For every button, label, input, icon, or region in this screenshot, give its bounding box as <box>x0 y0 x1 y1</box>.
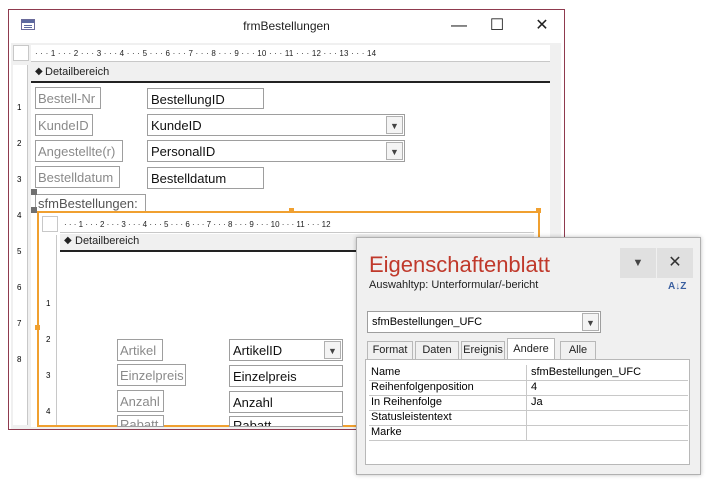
chevron-down-icon[interactable]: ▼ <box>386 116 403 134</box>
label-anzahl[interactable]: Anzahl <box>117 390 164 412</box>
property-grid: Name sfmBestellungen_UFC Reihenfolgenpos… <box>365 359 690 465</box>
form-selector[interactable] <box>13 45 29 61</box>
tab-format[interactable]: Format <box>367 341 413 359</box>
chevron-down-icon[interactable]: ▼ <box>386 142 403 160</box>
property-sheet-close-button[interactable]: ✕ <box>657 248 693 278</box>
sort-icon[interactable]: A↓Z <box>668 282 686 292</box>
property-sheet-menu-button[interactable]: ▼ <box>620 248 656 278</box>
window-title: frmBestellungen <box>243 19 330 33</box>
section-arrow-icon: ◆ <box>64 235 72 246</box>
property-sheet-title: Eigenschaftenblatt <box>369 252 551 277</box>
property-row[interactable]: Marke <box>369 425 688 441</box>
horizontal-ruler: · · · 1 · · · 2 · · · 3 · · · 4 · · · 5 … <box>31 45 550 62</box>
property-row[interactable]: Name sfmBestellungen_UFC <box>369 365 688 381</box>
property-row[interactable]: In Reihenfolge Ja <box>369 395 688 411</box>
tab-alle[interactable]: Alle <box>560 341 596 359</box>
tab-daten[interactable]: Daten <box>415 341 459 359</box>
textbox-bestelldatum[interactable]: Bestelldatum <box>147 167 264 189</box>
label-artikel[interactable]: Artikel <box>117 339 163 361</box>
move-handle[interactable] <box>31 189 37 195</box>
chevron-down-icon: ▼ <box>632 257 644 269</box>
property-value[interactable] <box>529 425 688 440</box>
object-selector[interactable]: sfmBestellungen_UFC ▼ <box>367 311 601 333</box>
maximize-button[interactable]: ☐ <box>487 16 507 36</box>
property-name: In Reihenfolge <box>369 395 527 410</box>
label-bestelldatum[interactable]: Bestelldatum <box>35 166 120 188</box>
subform-horizontal-ruler: · · · 1 · · · 2 · · · 3 · · · 4 · · · 5 … <box>60 216 534 233</box>
textbox-bestellungid[interactable]: BestellungID <box>147 88 264 109</box>
label-bestell-nr[interactable]: Bestell-Nr <box>35 87 101 109</box>
title-bar[interactable]: frmBestellungen — ☐ ✕ <box>9 10 564 42</box>
label-einzelpreis[interactable]: Einzelpreis <box>117 364 186 386</box>
property-name: Marke <box>369 425 527 440</box>
minimize-button[interactable]: — <box>449 16 469 36</box>
textbox-einzelpreis[interactable]: Einzelpreis <box>229 365 343 387</box>
combo-kundeid[interactable]: KundeID ▼ <box>147 114 405 136</box>
close-button[interactable]: ✕ <box>532 16 552 36</box>
subform-section-title: Detailbereich <box>75 235 140 247</box>
chevron-down-icon[interactable]: ▼ <box>582 313 599 331</box>
label-rabatt[interactable]: Rabatt <box>117 415 164 427</box>
combo-artikelid-value: ArtikelID <box>233 343 283 358</box>
section-title: Detailbereich <box>45 66 110 78</box>
subform-selector[interactable] <box>42 216 58 232</box>
vertical-ruler: 1 2 3 4 5 6 7 8 <box>13 65 28 425</box>
combo-personalid-value: PersonalID <box>151 144 216 159</box>
property-value[interactable]: Ja <box>529 395 688 410</box>
property-name: Statusleistentext <box>369 410 527 425</box>
close-icon: ✕ <box>668 254 682 271</box>
label-angestellter[interactable]: Angestellte(r) <box>35 140 123 162</box>
property-value[interactable] <box>529 410 688 425</box>
resize-handle[interactable] <box>536 208 541 213</box>
combo-kundeid-value: KundeID <box>151 118 202 133</box>
object-selector-value: sfmBestellungen_UFC <box>372 316 483 328</box>
property-name: Name <box>369 365 527 380</box>
property-name: Reihenfolgenposition <box>369 380 527 395</box>
property-sheet: Eigenschaftenblatt ▼ ✕ Auswahltyp: Unter… <box>356 237 701 475</box>
textbox-rabatt[interactable]: Rabatt <box>229 416 343 427</box>
property-row[interactable]: Statusleistentext <box>369 410 688 426</box>
property-value[interactable]: sfmBestellungen_UFC <box>529 365 688 380</box>
property-value[interactable]: 4 <box>529 380 688 395</box>
subform-vertical-ruler: 1 2 3 4 <box>42 235 57 425</box>
combo-artikelid[interactable]: ArtikelID ▼ <box>229 339 343 361</box>
tab-andere[interactable]: Andere <box>507 338 555 359</box>
property-row[interactable]: Reihenfolgenposition 4 <box>369 380 688 396</box>
resize-handle[interactable] <box>289 208 294 213</box>
section-header-detail[interactable]: ◆ Detailbereich <box>31 65 550 83</box>
chevron-down-icon[interactable]: ▼ <box>324 341 341 359</box>
textbox-anzahl[interactable]: Anzahl <box>229 391 343 413</box>
section-arrow-icon: ◆ <box>35 66 43 77</box>
resize-handle[interactable] <box>35 325 40 330</box>
combo-personalid[interactable]: PersonalID ▼ <box>147 140 405 162</box>
tab-ereignis[interactable]: Ereignis <box>461 341 505 359</box>
label-kundeid[interactable]: KundeID <box>35 114 93 136</box>
selection-type: Auswahltyp: Unterformular/-bericht <box>369 279 539 291</box>
